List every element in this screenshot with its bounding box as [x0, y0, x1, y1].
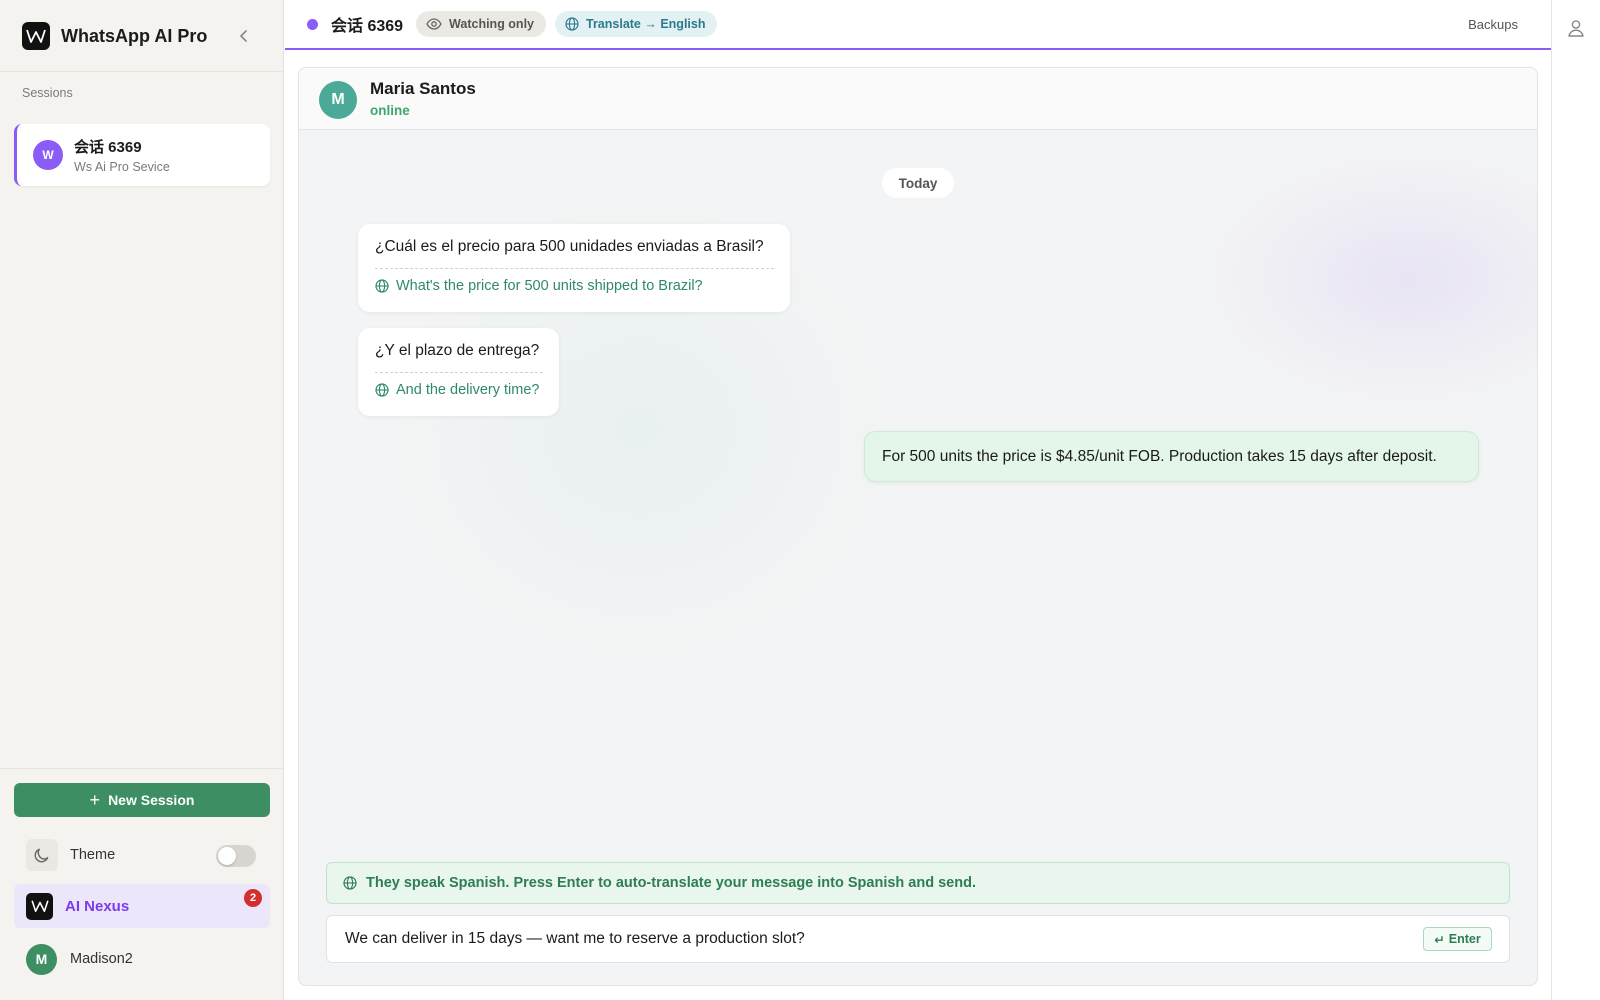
outgoing-message: For 500 units the price is $4.85/unit FO…: [864, 431, 1479, 482]
message-input[interactable]: [345, 916, 1385, 962]
app-logo-icon: [22, 22, 50, 50]
new-session-button[interactable]: + New Session: [14, 783, 270, 817]
session-item[interactable]: W 会话 6369 Ws Ai Pro Sevice: [14, 124, 270, 186]
contact-avatar[interactable]: M: [319, 81, 357, 119]
translation-text: What's the price for 500 units shipped t…: [396, 278, 703, 294]
auto-translate-hint: They speak Spanish. Press Enter to auto-…: [326, 862, 1510, 904]
message-original-text: ¿Cuál es el precio para 500 unidades env…: [375, 238, 764, 255]
globe-icon: [375, 383, 389, 397]
account-name: Madison2: [70, 951, 133, 967]
session-title: 会话 6369: [331, 18, 404, 35]
account-item-ai-nexus[interactable]: AI Nexus 2: [14, 884, 270, 928]
message-text: For 500 units the price is $4.85/unit FO…: [882, 447, 1437, 465]
message-original-text: ¿Y el plazo de entrega?: [375, 342, 540, 359]
collapse-sidebar-button[interactable]: [232, 24, 256, 48]
account-name: AI Nexus: [65, 897, 130, 915]
account-logo-icon: [26, 892, 53, 920]
date-separator: Today: [882, 168, 954, 198]
hint-text: They speak Spanish. Press Enter to auto-…: [366, 875, 976, 891]
right-rail: [1551, 0, 1600, 1000]
incoming-message: ¿Y el plazo de entrega? And the delivery…: [358, 328, 559, 416]
translation-divider: [375, 268, 774, 269]
session-avatar: W: [33, 140, 63, 170]
user-icon[interactable]: [1566, 18, 1586, 43]
eye-icon: [426, 18, 442, 30]
message-translation: And the delivery time?: [375, 382, 543, 398]
translate-label: Translate → English: [586, 17, 706, 31]
translate-toggle[interactable]: Translate → English: [555, 11, 718, 37]
contact-status: online: [370, 103, 410, 118]
divider: [0, 768, 284, 769]
app-title: WhatsApp AI Pro: [61, 25, 208, 46]
moon-icon: [26, 839, 58, 871]
theme-toggle[interactable]: [216, 845, 256, 867]
session-title: 会话 6369: [74, 139, 142, 156]
divider: [0, 71, 284, 72]
backups-link[interactable]: Backups: [1468, 17, 1518, 32]
globe-icon: [343, 876, 357, 890]
plus-icon: +: [89, 790, 101, 810]
translation-divider: [375, 372, 543, 373]
account-item-madison2[interactable]: M Madison2: [14, 937, 270, 981]
globe-icon: [375, 279, 389, 293]
theme-row: Theme: [14, 838, 270, 872]
session-subtitle: Ws Ai Pro Sevice: [74, 160, 170, 174]
top-bar: 会话 6369 Watching only Translate → Englis…: [285, 0, 1551, 50]
account-avatar: M: [26, 943, 57, 975]
watching-only-badge: Watching only: [416, 11, 546, 37]
message-translation: What's the price for 500 units shipped t…: [375, 278, 774, 294]
globe-icon: [565, 17, 579, 31]
incoming-message: ¿Cuál es el precio para 500 unidades env…: [358, 224, 790, 312]
chat-header: M Maria Santos online: [299, 68, 1537, 130]
chat-panel: M Maria Santos online Today ¿Cuál es el …: [298, 67, 1538, 986]
session-status-dot: [307, 18, 318, 30]
unread-badge: 2: [244, 889, 262, 907]
contact-name: Maria Santos: [370, 79, 476, 98]
theme-label: Theme: [70, 847, 116, 863]
toggle-knob: [218, 847, 236, 865]
send-enter-button[interactable]: ↵ Enter: [1423, 927, 1492, 951]
new-session-label: New Session: [108, 792, 195, 808]
brand: WhatsApp AI Pro: [22, 22, 207, 50]
translation-text: And the delivery time?: [396, 382, 540, 398]
message-composer: ↵ Enter: [326, 915, 1510, 963]
enter-label: Enter: [1448, 932, 1481, 946]
sessions-label: Sessions: [22, 86, 73, 100]
sidebar: WhatsApp AI Pro Sessions W 会话 6369 Ws Ai…: [0, 0, 284, 1000]
background-glow: [1199, 148, 1537, 408]
watching-only-label: Watching only: [449, 17, 534, 31]
chevron-left-icon: [240, 30, 247, 42]
enter-arrow-icon: ↵: [1434, 932, 1445, 947]
